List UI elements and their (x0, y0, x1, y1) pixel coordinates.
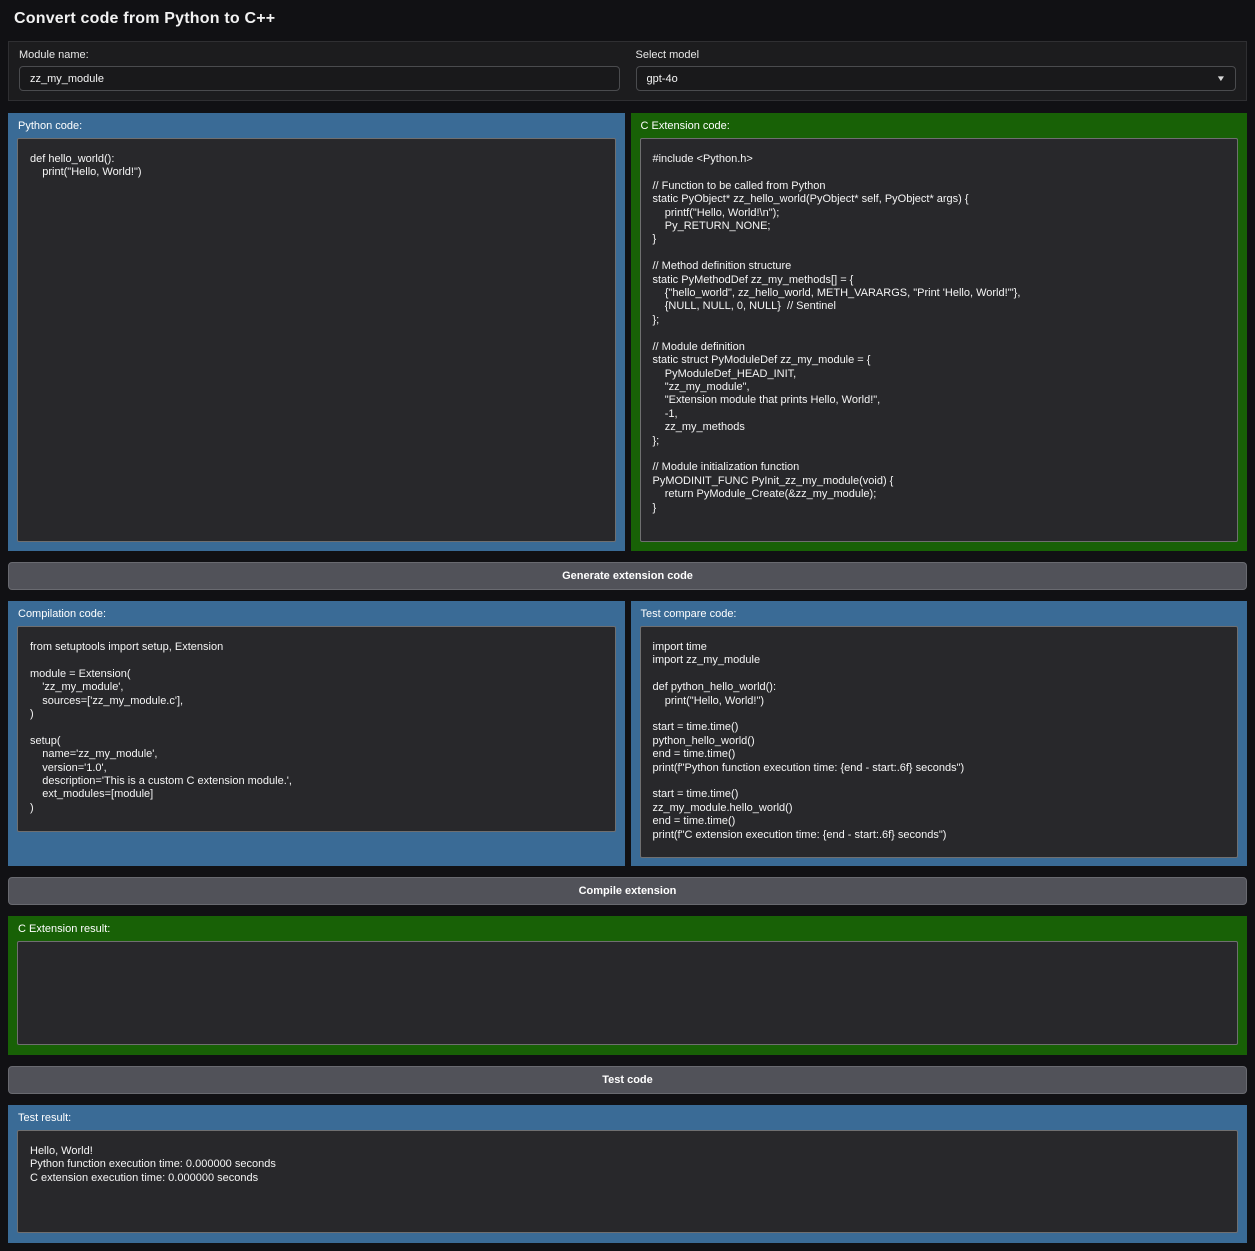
module-name-input[interactable] (19, 66, 620, 91)
python-code-textarea[interactable]: def hello_world(): print("Hello, World!"… (17, 138, 616, 542)
c-extension-result-panel: C Extension result: (8, 916, 1247, 1055)
python-code-panel: Python code: def hello_world(): print("H… (8, 113, 625, 551)
test-compare-code-textarea[interactable]: import time import zz_my_module def pyth… (640, 626, 1239, 858)
config-row: Module name: Select model gpt-4o ▼ (8, 41, 1247, 101)
python-code-label: Python code: (18, 120, 616, 132)
test-result-label: Test result: (18, 1112, 1238, 1124)
compilation-code-textarea[interactable]: from setuptools import setup, Extension … (17, 626, 616, 832)
compilation-code-panel: Compilation code: from setuptools import… (8, 601, 625, 866)
c-extension-result-textarea[interactable] (17, 941, 1238, 1045)
app-root: Convert code from Python to C++ Module n… (0, 0, 1255, 1251)
page-title: Convert code from Python to C++ (14, 10, 1241, 28)
chevron-down-icon: ▼ (1216, 74, 1226, 83)
generate-extension-code-button[interactable]: Generate extension code (8, 562, 1247, 590)
c-extension-code-panel: C Extension code: #include <Python.h> //… (631, 113, 1248, 551)
model-select-group: Select model gpt-4o ▼ (636, 47, 1237, 91)
test-result-textarea[interactable]: Hello, World! Python function execution … (17, 1130, 1238, 1233)
module-name-group: Module name: (19, 47, 620, 91)
c-extension-result-label: C Extension result: (18, 923, 1238, 935)
test-result-panel: Test result: Hello, World! Python functi… (8, 1105, 1247, 1243)
test-compare-code-label: Test compare code: (641, 608, 1239, 620)
c-extension-code-label: C Extension code: (641, 120, 1239, 132)
test-code-button[interactable]: Test code (8, 1066, 1247, 1094)
compilation-code-label: Compilation code: (18, 608, 616, 620)
model-select-label: Select model (636, 49, 1237, 61)
code-row: Python code: def hello_world(): print("H… (8, 113, 1247, 551)
model-select-dropdown[interactable]: gpt-4o ▼ (636, 66, 1237, 91)
c-extension-code-textarea[interactable]: #include <Python.h> // Function to be ca… (640, 138, 1239, 542)
test-compare-code-panel: Test compare code: import time import zz… (631, 601, 1248, 866)
module-name-label: Module name: (19, 49, 620, 61)
model-select-value: gpt-4o (647, 73, 678, 85)
compile-extension-button[interactable]: Compile extension (8, 877, 1247, 905)
compile-test-row: Compilation code: from setuptools import… (8, 601, 1247, 866)
